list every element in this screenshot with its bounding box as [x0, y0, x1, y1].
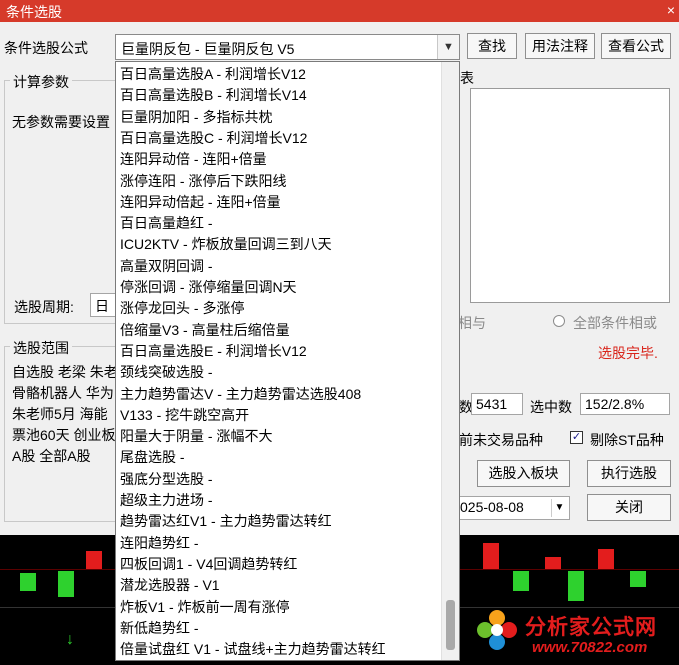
no-params-text: 无参数需要设置	[12, 114, 110, 130]
formula-label: 条件选股公式	[4, 40, 88, 56]
flower-logo-icon	[477, 610, 517, 650]
find-button[interactable]: 查找	[467, 33, 517, 59]
dropdown-item[interactable]: 趋势雷达红V1 - 主力趋势雷达转红	[120, 511, 332, 532]
exclude-st-checkbox[interactable]: ✓	[570, 431, 583, 444]
range-row[interactable]: 自选股 老梁 朱老	[12, 362, 116, 383]
arrow-down-icon: ↓	[66, 631, 74, 648]
dropdown-item[interactable]: 强底分型选股 -	[120, 469, 213, 490]
params-group-title: 计算参数	[10, 72, 72, 92]
dropdown-item[interactable]: 主力趋势雷达V - 主力趋势雷达选股408	[120, 384, 361, 405]
view-formula-button[interactable]: 查看公式	[601, 33, 671, 59]
dropdown-scrollbar[interactable]	[441, 62, 459, 660]
dropdown-item[interactable]: 倍量试盘红 V1 - 试盘线+主力趋势雷达转红	[120, 639, 386, 660]
range-list[interactable]: 自选股 老梁 朱老 骨骼机器人 华为 朱老师5月 海能 票池60天 创业板 A股…	[12, 362, 116, 467]
selected-count-value: 152/2.8%	[580, 393, 670, 415]
condition-or-label: 全部条件相或	[573, 315, 657, 331]
formula-description-box[interactable]	[470, 88, 670, 303]
dropdown-item[interactable]: 百日高量选股B - 利润增长V14	[120, 85, 307, 106]
dropdown-item[interactable]: 百日高量趋红 -	[120, 213, 213, 234]
chart-bar	[545, 557, 561, 569]
dropdown-item[interactable]: 百日高量选股E - 利润增长V12	[120, 341, 307, 362]
dropdown-item[interactable]: 炸板V1 - 炸板前一周有涨停	[120, 597, 290, 618]
date-picker[interactable]: 025-08-08 ▼	[455, 496, 570, 520]
chevron-down-icon[interactable]: ▼	[437, 35, 459, 59]
dropdown-item[interactable]: 尾盘选股 -	[120, 447, 185, 468]
chart-bar	[86, 551, 102, 569]
dropdown-item[interactable]: 超级主力进场 -	[120, 490, 213, 511]
dropdown-item[interactable]: 颈线突破选股 -	[120, 362, 213, 383]
close-icon[interactable]: ×	[667, 2, 675, 18]
run-selection-button[interactable]: 执行选股	[587, 460, 671, 487]
formula-dropdown-list[interactable]: 百日高量选股A - 利润增长V12 百日高量选股B - 利润增长V14 巨量阴加阳 …	[115, 61, 460, 661]
title-bar: 条件选股 ×	[0, 0, 679, 22]
formula-desc-label: 表	[460, 70, 474, 86]
dropdown-item[interactable]: 停涨回调 - 涨停缩量回调N天	[120, 277, 297, 298]
dropdown-item[interactable]: 高量双阴回调 -	[120, 256, 213, 277]
selected-count-label: 选中数	[530, 399, 572, 415]
dropdown-item[interactable]: 倍缩量V3 - 高量柱后缩倍量	[120, 320, 290, 341]
chevron-down-icon[interactable]: ▼	[551, 499, 567, 517]
chart-bar	[630, 571, 646, 587]
condition-and-label: 相与	[458, 315, 486, 331]
dropdown-item[interactable]: V133 - 挖牛跳空高开	[120, 405, 249, 426]
chart-bar	[598, 549, 614, 569]
dropdown-item[interactable]: 涨停连阳 - 涨停后下跌阳线	[120, 171, 286, 192]
exclude-untraded-label: 前未交易品种	[459, 432, 543, 448]
dropdown-item[interactable]: 四板回调1 - V4回调趋势转红	[120, 554, 297, 575]
date-value: 025-08-08	[460, 499, 524, 515]
period-label: 选股周期:	[14, 299, 74, 315]
range-row[interactable]: 朱老师5月 海能	[12, 404, 116, 425]
dropdown-item[interactable]: 连阳异动倍起 - 连阳+倍量	[120, 192, 281, 213]
range-group-title: 选股范围	[10, 338, 72, 358]
range-row[interactable]: A股 全部A股	[12, 446, 116, 467]
close-button[interactable]: 关闭	[587, 494, 671, 521]
dropdown-item[interactable]: 百日高量选股A - 利润增长V12	[120, 64, 306, 85]
logo-url-text: www.70822.com	[532, 639, 648, 656]
status-text: 选股完毕.	[598, 345, 658, 361]
chart-bar	[568, 571, 584, 601]
dropdown-item[interactable]: 潜龙选股器 - V1	[120, 575, 220, 596]
add-to-block-button[interactable]: 选股入板块	[477, 460, 570, 487]
formula-selected-value: 巨量阴反包 - 巨量阴反包 V5	[121, 41, 295, 57]
chart-bar	[20, 573, 36, 591]
dropdown-item[interactable]: 新低趋势红 -	[120, 618, 199, 639]
range-row[interactable]: 骨骼机器人 华为	[12, 383, 116, 404]
logo-brand-text: 分析家公式网	[525, 616, 657, 639]
chart-bar	[513, 571, 529, 591]
chart-bar	[58, 571, 74, 597]
dropdown-item[interactable]: 连阳趋势红 -	[120, 533, 199, 554]
dropdown-item[interactable]: 阳量大于阴量 - 涨幅不大	[120, 426, 272, 447]
total-count-value: 5431	[471, 393, 523, 415]
usage-notes-button[interactable]: 用法注释	[525, 33, 595, 59]
site-logo: 分析家公式网 www.70822.com	[470, 601, 679, 665]
dropdown-item[interactable]: ICU2KTV - 炸板放量回调三到八天	[120, 234, 332, 255]
dropdown-item[interactable]: 巨量阴加阳 - 多指标共枕	[120, 107, 272, 128]
window-title: 条件选股	[6, 4, 62, 20]
scrollbar-thumb[interactable]	[446, 600, 455, 650]
dropdown-item[interactable]: 连阳异动倍 - 连阳+倍量	[120, 149, 267, 170]
dropdown-item[interactable]: 百日高量选股C - 利润增长V12	[120, 128, 307, 149]
exclude-st-label: 剔除ST品种	[590, 432, 664, 448]
range-row[interactable]: 票池60天 创业板	[12, 425, 116, 446]
chart-bar	[483, 543, 499, 569]
formula-combobox[interactable]: 巨量阴反包 - 巨量阴反包 V5 ▼	[115, 34, 460, 60]
dropdown-item[interactable]: 涨停龙回头 - 多涨停	[120, 298, 244, 319]
condition-or-radio[interactable]	[553, 315, 565, 327]
